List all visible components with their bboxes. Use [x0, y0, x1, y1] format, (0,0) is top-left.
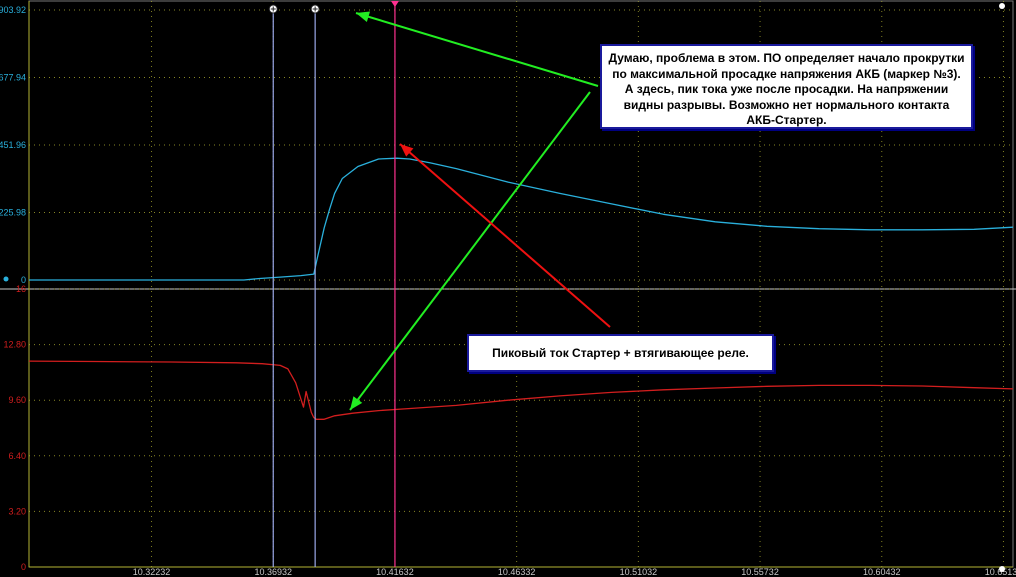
- y-tick-label: 903.92: [0, 5, 26, 15]
- arrowhead: [350, 396, 363, 410]
- channel-title-current: 2 Токовые клещи 600 А (А): [34, 14, 146, 24]
- y-tick-label: 16: [16, 284, 26, 294]
- arrow-shaft: [399, 143, 611, 328]
- y-tick-label: 677.94: [0, 73, 26, 83]
- arrowhead: [356, 11, 371, 23]
- x-tick-label: 10.51032: [620, 567, 658, 577]
- x-tick-label: 10.46332: [498, 567, 536, 577]
- y-tick-label: 451.96: [0, 140, 26, 150]
- y-tick-label: 12.80: [3, 340, 26, 350]
- y-tick-label: 9.60: [8, 395, 26, 405]
- x-tick-label: 10.55732: [741, 567, 779, 577]
- y-tick-label: 6.40: [8, 451, 26, 461]
- channel-title-voltage: 3 Напряжение АКБ (В): [34, 294, 128, 304]
- x-tick-label: 10.41632: [376, 567, 414, 577]
- current-trace: [29, 157, 1014, 281]
- annotation-peak-current: Пиковый ток Стартер + втягивающее реле.: [467, 334, 774, 372]
- arrow-shaft: [355, 12, 599, 87]
- annotation-main: Думаю, проблема в этом. ПО определяет на…: [600, 44, 973, 129]
- zero-level-dot: [3, 276, 9, 282]
- y-tick-label: 3.20: [8, 506, 26, 516]
- x-tick-label: 10.60432: [863, 567, 901, 577]
- arrow-to-marker-2: [355, 11, 599, 87]
- y-tick-label: 225.98: [0, 208, 26, 218]
- y-tick-label: 0: [21, 562, 26, 572]
- arrow-to-current-peak: [399, 143, 611, 328]
- range-indicator-icon: [999, 566, 1005, 572]
- x-tick-label: 10.36932: [254, 567, 292, 577]
- range-indicator-icon: [999, 3, 1005, 9]
- marker-3-handle: [390, 1, 399, 7]
- x-tick-label: 10.32232: [133, 567, 171, 577]
